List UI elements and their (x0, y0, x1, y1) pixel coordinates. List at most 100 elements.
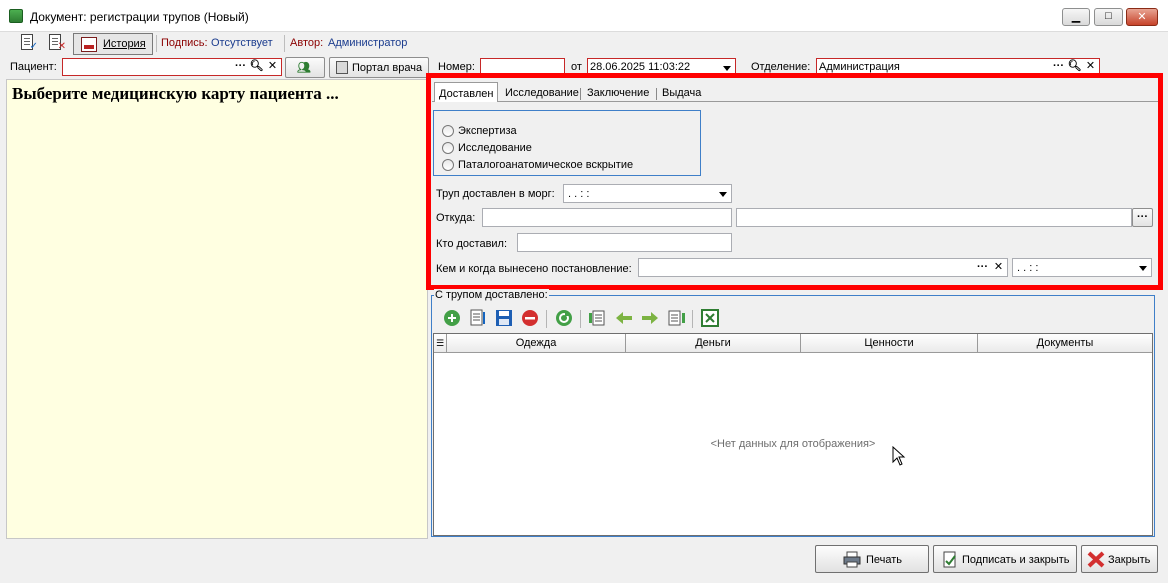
ellipsis-icon[interactable]: ··· (233, 59, 248, 75)
refresh-icon[interactable] (554, 308, 574, 328)
chevron-down-icon[interactable] (719, 192, 727, 197)
history-button[interactable]: История (73, 33, 153, 55)
doctor-portal-label: Портал врача (352, 62, 423, 74)
author-value: Администратор (328, 37, 408, 49)
search-icon[interactable]: 🔍︎ (249, 59, 264, 75)
header-row: Пациент: ··· 🔍︎ ✕ 👥︎ Портал врача Номер:… (0, 55, 1168, 79)
patient-label: Пациент: (10, 61, 57, 73)
patient-field[interactable]: ··· 🔍︎ ✕ (62, 58, 282, 76)
unsign-document-button[interactable]: ✕ (46, 34, 66, 52)
patient-card-panel: Выберите медицинскую карту пациента ... (6, 79, 428, 539)
ellipsis-icon: ··· (1137, 211, 1148, 223)
save-icon[interactable] (494, 308, 514, 328)
department-label: Отделение: (751, 61, 811, 73)
cross-mark-icon: ✕ (57, 41, 66, 52)
delivered-to-morgue-input[interactable]: . . : : (563, 184, 732, 203)
decree-label: Кем и когда вынесено постановление: (436, 263, 632, 275)
sign-and-close-button[interactable]: Подписать и закрыть (933, 545, 1077, 573)
delivered-tab-body: Экспертиза Исследование Паталогоанатомич… (432, 102, 1158, 288)
clear-icon[interactable]: ✕ (991, 260, 1006, 276)
maximize-button[interactable]: □ (1094, 8, 1123, 26)
date-input[interactable]: 28.06.2025 11:03:22 (587, 58, 736, 76)
radio-expertise-label[interactable]: Экспертиза (458, 125, 517, 137)
tab-issue[interactable]: Выдача (658, 84, 705, 102)
print-label: Печать (866, 554, 903, 566)
tab-research[interactable]: Исследование (501, 84, 583, 102)
column-documents[interactable]: Документы (977, 334, 1152, 353)
tab-delivered[interactable]: Доставлен (434, 82, 499, 103)
number-label: Номер: (438, 61, 475, 73)
no-data-message: <Нет данных для отображения> (710, 438, 876, 450)
close-icon (1087, 551, 1105, 568)
title-bar: Документ: регистрации трупов (Новый) ▁ □… (0, 0, 1168, 32)
close-button[interactable]: Закрыть (1081, 545, 1158, 573)
excel-export-icon[interactable] (700, 308, 720, 328)
department-field[interactable]: Администрация ··· 🔍︎ ✕ (816, 58, 1100, 76)
clear-icon[interactable]: ✕ (265, 59, 280, 75)
app-icon (9, 9, 23, 23)
signature-value: Отсутствует (211, 37, 273, 49)
delete-icon[interactable] (520, 308, 540, 328)
items-grid[interactable]: ☰ Одежда Деньги Ценности Документы <Нет … (433, 333, 1153, 536)
radio-research[interactable] (442, 142, 454, 154)
delivered-by-label: Кто доставил: (436, 238, 508, 250)
sign-document-icon (943, 551, 956, 568)
radio-autopsy[interactable] (442, 159, 454, 171)
from-input[interactable] (482, 208, 732, 227)
print-button[interactable]: Печать (815, 545, 929, 573)
close-window-button[interactable]: ✕ (1126, 8, 1158, 26)
toolbar-separator (284, 35, 285, 52)
tab-control: Доставлен Исследование Заключение Выдача… (432, 82, 1158, 288)
chevron-down-icon[interactable] (723, 66, 731, 71)
patient-card-button[interactable]: 👥︎ (285, 57, 325, 78)
from-browse-button[interactable]: ··· (1132, 208, 1153, 227)
tab-conclusion[interactable]: Заключение (583, 84, 653, 102)
first-record-icon[interactable] (588, 308, 608, 328)
tab-separator (656, 88, 657, 100)
toolbar: ✓ ✕ История Подпись: Отсутствует Автор: … (0, 32, 1168, 55)
portal-icon (336, 61, 348, 74)
grid-header: ☰ Одежда Деньги Ценности Документы (434, 334, 1152, 353)
close-label: Закрыть (1108, 554, 1151, 566)
sign-and-close-label: Подписать и закрыть (962, 554, 1070, 566)
radio-expertise[interactable] (442, 125, 454, 137)
column-valuables[interactable]: Ценности (800, 334, 977, 353)
toolbar-separator (546, 310, 547, 328)
decree-input[interactable]: ··· ✕ (638, 258, 1008, 277)
date-from-label: от (571, 61, 582, 73)
decree-date-input[interactable]: . . : : (1012, 258, 1152, 277)
sign-document-button[interactable]: ✓ (18, 34, 38, 52)
chevron-down-icon[interactable] (1139, 266, 1147, 271)
select-card-message: Выберите медицинскую карту пациента ... (12, 84, 339, 103)
minimize-button[interactable]: ▁ (1062, 8, 1090, 26)
column-chooser-icon[interactable]: ☰ (434, 334, 446, 353)
minimize-icon: ▁ (1071, 11, 1081, 23)
edit-icon[interactable] (468, 308, 488, 328)
radio-research-label[interactable]: Исследование (458, 142, 532, 154)
toolbar-separator (692, 310, 693, 328)
column-money[interactable]: Деньги (625, 334, 800, 353)
toolbar-separator (156, 35, 157, 52)
window-title: Документ: регистрации трупов (Новый) (30, 10, 249, 24)
delivered-by-input[interactable] (517, 233, 732, 252)
doctor-portal-button[interactable]: Портал врача (329, 57, 429, 78)
tab-strip: Доставлен Исследование Заключение Выдача (432, 82, 1158, 103)
toolbar-separator (580, 310, 581, 328)
arrow-right-icon[interactable] (640, 308, 660, 328)
mouse-cursor-icon (892, 446, 906, 466)
ellipsis-icon[interactable]: ··· (975, 260, 990, 276)
column-clothes[interactable]: Одежда (446, 334, 625, 353)
add-icon[interactable] (442, 308, 462, 328)
department-value: Администрация (819, 61, 900, 73)
arrow-left-icon[interactable] (614, 308, 634, 328)
clear-icon[interactable]: ✕ (1083, 59, 1098, 75)
ellipsis-icon[interactable]: ··· (1051, 59, 1066, 75)
bottom-bar: Печать Подписать и закрыть Закрыть (0, 540, 1168, 583)
last-record-icon[interactable] (666, 308, 686, 328)
number-input[interactable] (480, 58, 565, 76)
history-icon (81, 37, 97, 52)
from-detail-input[interactable] (736, 208, 1132, 227)
radio-autopsy-label[interactable]: Паталогоанатомическое вскрытие (458, 159, 633, 171)
close-icon: ✕ (1137, 11, 1147, 23)
search-icon[interactable]: 🔍︎ (1067, 59, 1082, 75)
